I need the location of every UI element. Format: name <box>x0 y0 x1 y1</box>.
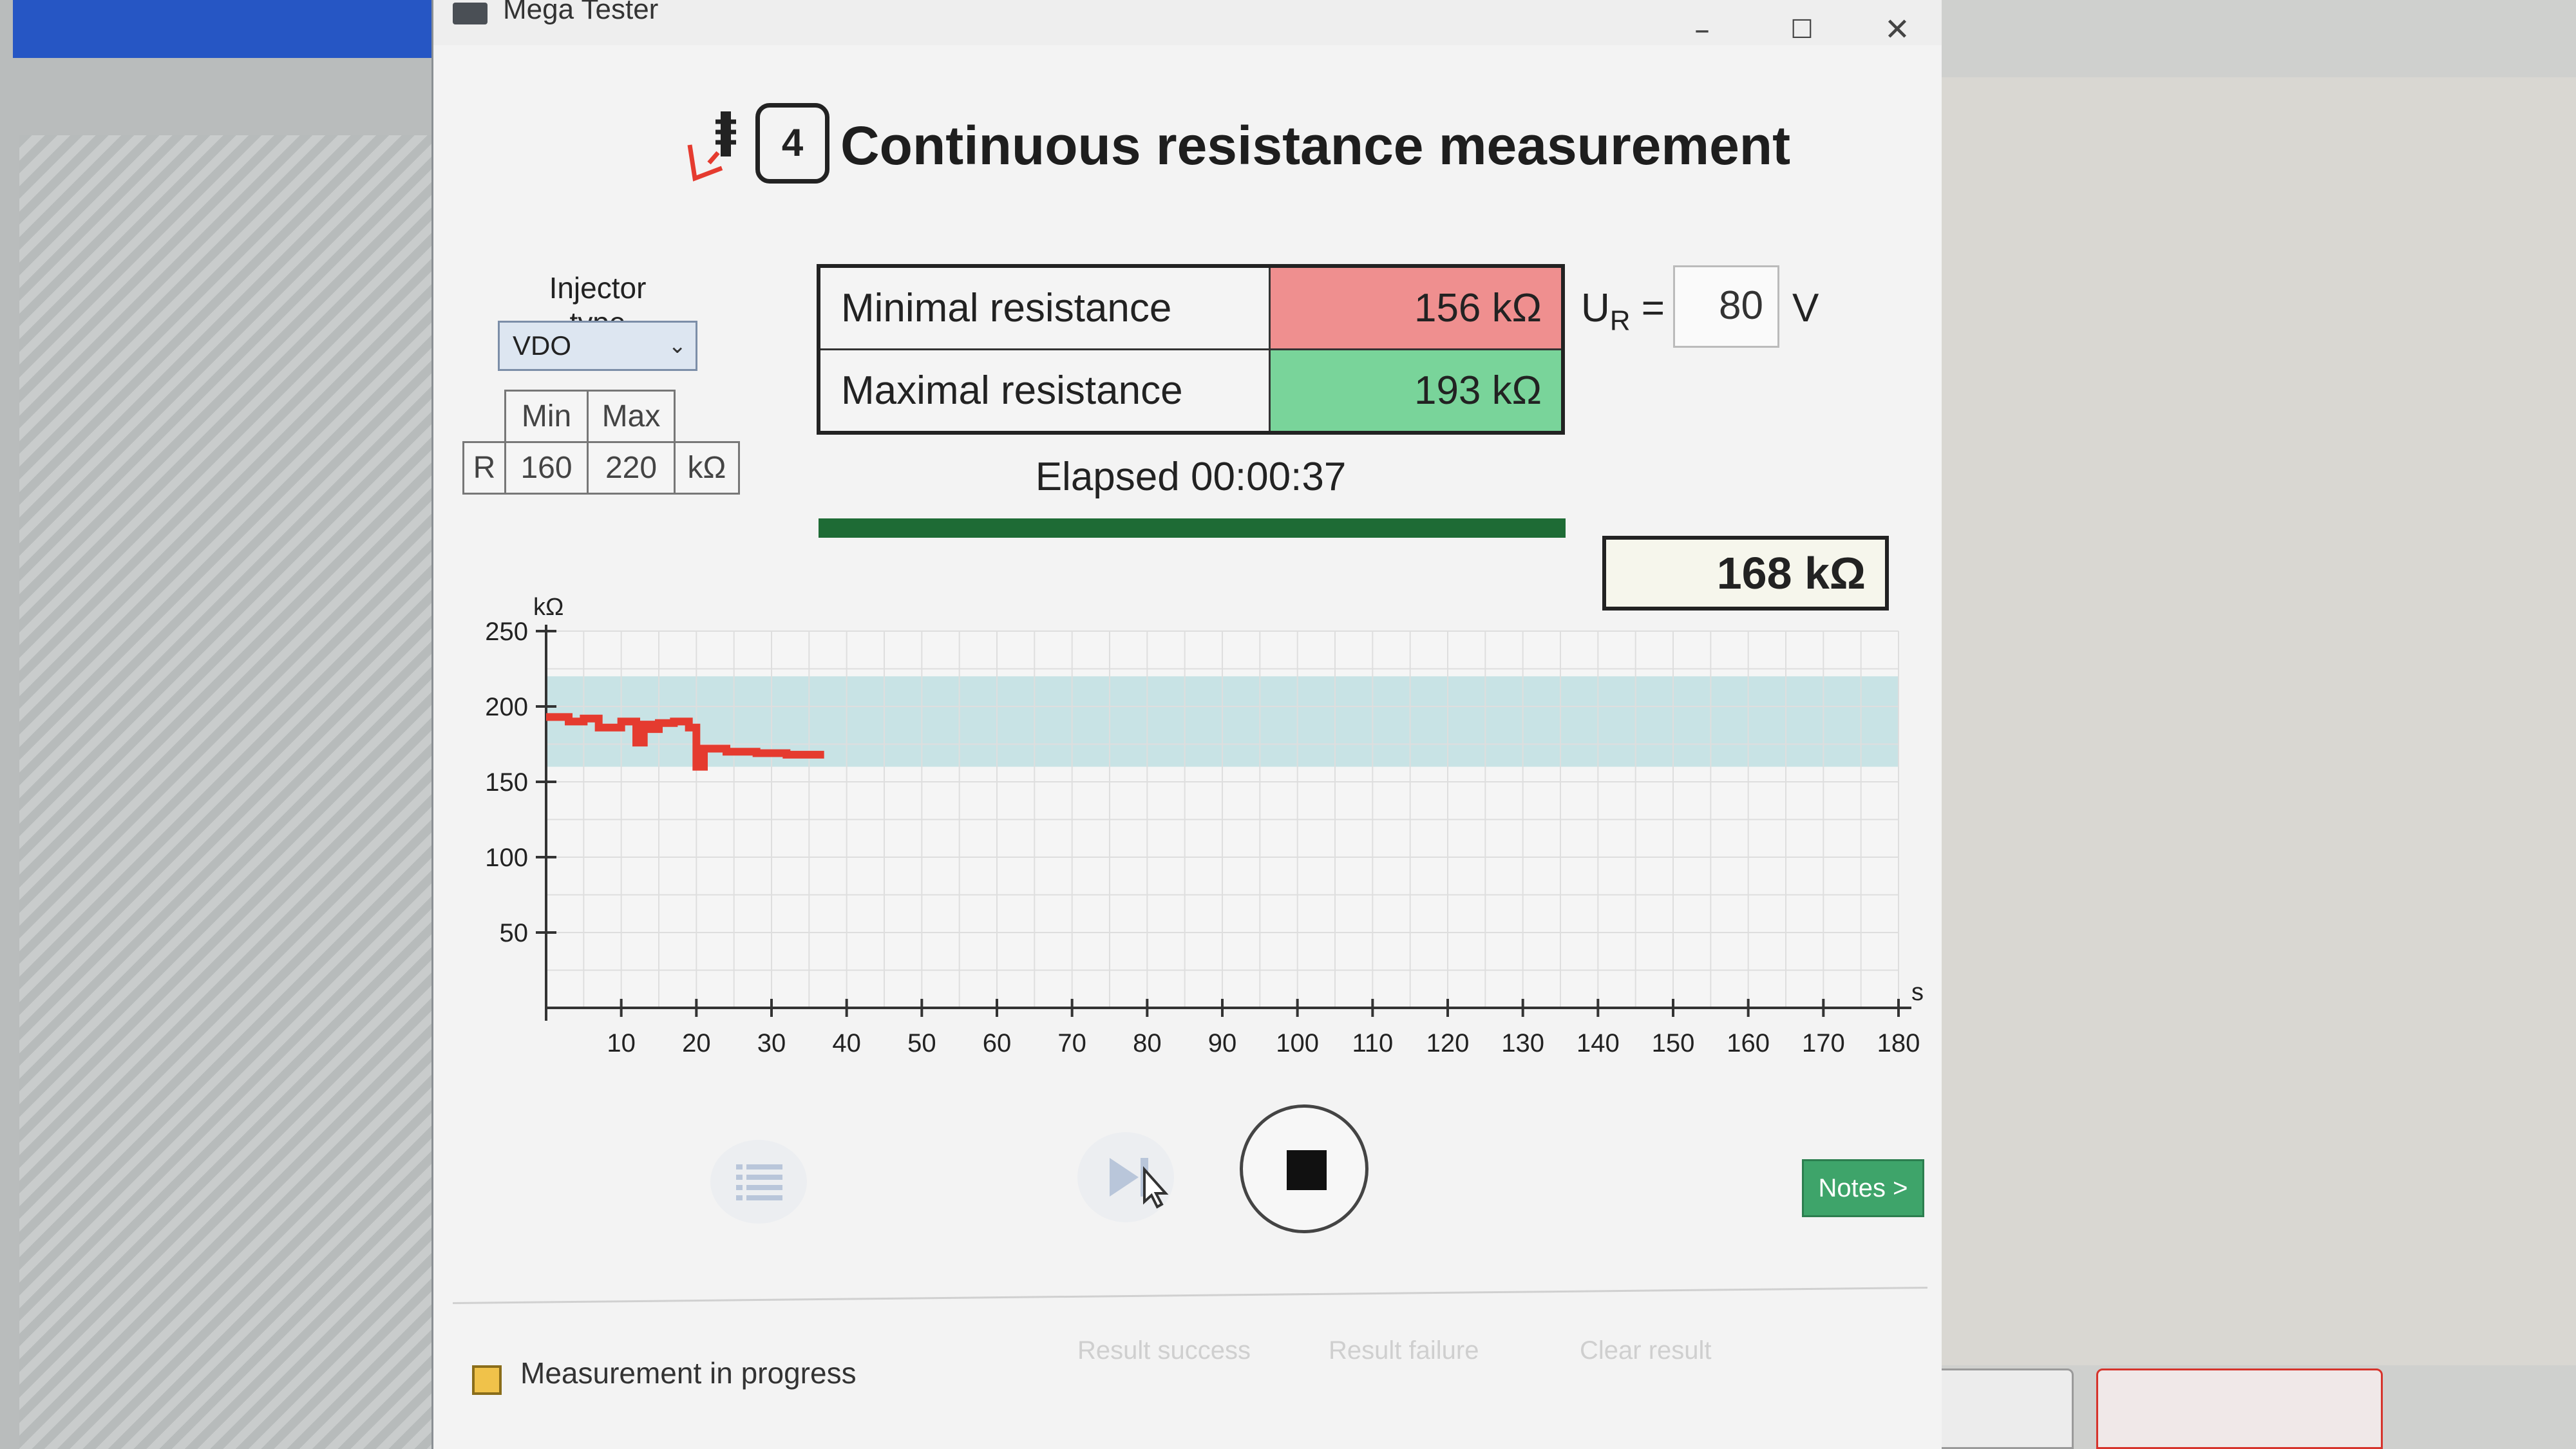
clear-result-button[interactable]: Clear result <box>1580 1336 1712 1365</box>
min-resistance-value: 156 kΩ <box>1268 265 1564 350</box>
y-tick-label: 150 <box>485 768 528 797</box>
x-tick-label: 150 <box>1652 1029 1695 1057</box>
taskbar-tab-active[interactable] <box>2096 1368 2383 1449</box>
notes-button[interactable]: Notes > <box>1802 1159 1924 1217</box>
maximize-button[interactable]: ☐ <box>1779 10 1824 49</box>
injector-icon <box>687 111 736 182</box>
desktop-right-area <box>1942 77 2576 1365</box>
x-tick-label: 10 <box>607 1029 636 1057</box>
x-tick-label: 110 <box>1352 1029 1393 1057</box>
range-header-max: Max <box>587 390 676 443</box>
test-voltage-input[interactable]: 80 <box>1673 265 1779 348</box>
status-text: Measurement in progress <box>520 1356 857 1390</box>
x-tick-label: 120 <box>1426 1029 1470 1057</box>
max-resistance-label: Maximal resistance <box>817 348 1271 434</box>
y-tick-label: 50 <box>500 919 529 947</box>
chevron-down-icon: ⌄ <box>668 334 687 358</box>
x-tick-label: 160 <box>1727 1029 1770 1057</box>
app-icon <box>453 3 488 24</box>
x-tick-label: 170 <box>1802 1029 1845 1057</box>
range-header-min: Min <box>504 390 589 443</box>
x-tick-label: 70 <box>1057 1029 1086 1057</box>
x-tick-label: 180 <box>1877 1029 1920 1057</box>
list-button[interactable] <box>710 1140 807 1224</box>
resistance-range-table: Min Max R 160 220 kΩ <box>462 390 740 495</box>
result-failure-button[interactable]: Result failure <box>1329 1336 1479 1365</box>
x-tick-label: 60 <box>983 1029 1012 1057</box>
status-checkbox <box>472 1365 502 1395</box>
x-tick-label: 80 <box>1133 1029 1162 1057</box>
x-tick-label: 130 <box>1501 1029 1544 1057</box>
skip-button[interactable] <box>1077 1132 1174 1222</box>
step-number: 4 <box>755 103 829 184</box>
y-axis-label: kΩ <box>533 594 564 621</box>
close-button[interactable]: ✕ <box>1875 10 1920 49</box>
y-tick-label: 100 <box>485 844 528 872</box>
x-tick-label: 100 <box>1276 1029 1319 1057</box>
list-icon <box>736 1164 782 1200</box>
page-title: Continuous resistance measurement <box>840 115 1791 176</box>
x-tick-label: 140 <box>1577 1029 1620 1057</box>
test-voltage-unit: V <box>1792 286 1819 330</box>
y-tick-label: 250 <box>485 618 528 646</box>
range-unit: kΩ <box>674 441 740 495</box>
injector-type-select[interactable]: VDO ⌄ <box>498 321 697 371</box>
elapsed-progress-bar <box>819 518 1566 538</box>
x-tick-label: 90 <box>1208 1029 1237 1057</box>
stop-button[interactable] <box>1240 1104 1368 1233</box>
x-tick-label: 20 <box>682 1029 711 1057</box>
desktop-window-edge <box>13 0 438 58</box>
range-min-value: 160 <box>504 441 589 495</box>
max-resistance-value: 193 kΩ <box>1268 348 1564 434</box>
min-resistance-label: Minimal resistance <box>817 265 1271 350</box>
range-max-value: 220 <box>587 441 676 495</box>
x-tick-label: 30 <box>757 1029 786 1057</box>
resistance-chart: 10 20 30 40 50 60 70 80 90 100 110 120 130 140 150 160 1… <box>485 594 1924 1057</box>
stop-icon <box>1287 1150 1327 1190</box>
elapsed-time: Elapsed 00:00:37 <box>1035 455 1347 499</box>
result-success-button[interactable]: Result success <box>1077 1336 1251 1365</box>
title-bar: Mega Tester – ☐ ✕ <box>433 0 1942 48</box>
test-voltage-label: UR = <box>1581 286 1665 337</box>
progress-fill <box>819 518 1566 538</box>
range-row-label: R <box>462 441 506 495</box>
desktop-pattern <box>19 135 431 1449</box>
injector-type-value: VDO <box>513 330 572 361</box>
y-tick-label: 200 <box>485 693 528 721</box>
resistance-results-table: Minimal resistance 156 kΩ Maximal resist… <box>817 264 1565 435</box>
minimize-button[interactable]: – <box>1680 10 1725 49</box>
window-title: Mega Tester <box>503 0 659 25</box>
divider <box>453 1287 1927 1304</box>
x-tick-label: 40 <box>832 1029 861 1057</box>
skip-next-icon <box>1110 1158 1169 1209</box>
app-window: Mega Tester – ☐ ✕ 4 Continuous resistanc… <box>431 0 1942 1449</box>
x-axis-label: s <box>1911 979 1924 1006</box>
x-tick-label: 50 <box>907 1029 936 1057</box>
